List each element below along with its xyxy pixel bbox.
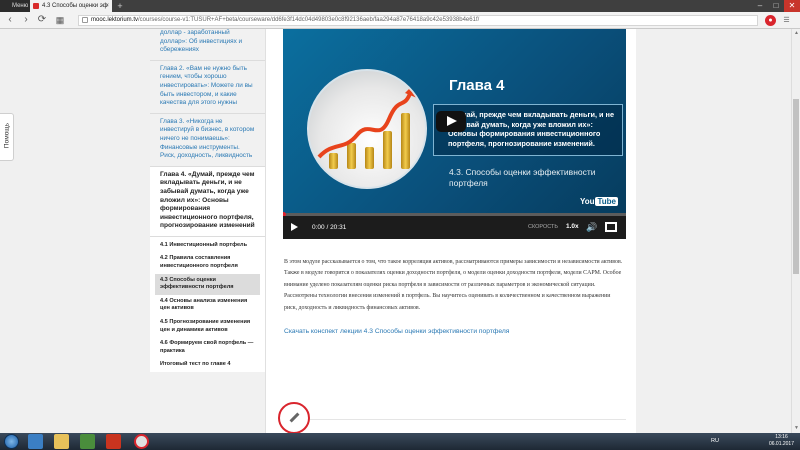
page-scrollbar[interactable]: ▲ ▼	[791, 29, 800, 433]
url-path: /courses/course-v1:TUSUR+AF+beta/coursew…	[138, 17, 480, 23]
scroll-up-icon[interactable]: ▲	[792, 29, 800, 38]
fullscreen-icon[interactable]	[605, 222, 617, 232]
minimize-button[interactable]: –	[752, 0, 768, 12]
video-chapter-title: Глава 4	[449, 77, 505, 94]
system-clock[interactable]: 13:16 06.01.2017	[769, 434, 794, 448]
start-button[interactable]	[4, 434, 19, 449]
sidebar-chapter-3[interactable]: Глава 3. «Никогда не инвестируй в бизнес…	[150, 114, 265, 167]
tab-label: Меню	[12, 3, 29, 9]
back-button[interactable]: ‹	[4, 14, 16, 26]
subsection-4-4[interactable]: 4.4 Основы анализа изменения цен активов	[150, 295, 265, 316]
scrollbar-thumb[interactable]	[793, 99, 799, 274]
download-notes-link[interactable]: Скачать конспект лекции 4.3 Способы оцен…	[284, 328, 509, 335]
url-input[interactable]: mooc.lektorium.tv/courses/course-v1:TUSU…	[78, 15, 758, 26]
divider	[282, 419, 626, 420]
window-controls: – □ ✕	[752, 0, 800, 12]
speed-dial-icon[interactable]: ▦	[54, 14, 66, 26]
menu-icon[interactable]: ☰	[781, 15, 792, 26]
opera-icon[interactable]	[134, 434, 149, 449]
volume-icon[interactable]: 🔊	[586, 222, 597, 233]
subsection-4-1[interactable]: 4.1 Инвестиционный портфель	[150, 239, 265, 253]
language-indicator[interactable]: RU	[711, 438, 719, 444]
address-bar-row: ‹ › ⟳ ▦ mooc.lektorium.tv/courses/course…	[0, 12, 800, 29]
youtube-logo-you: You	[579, 197, 595, 206]
url-host: mooc.lektorium.tv	[91, 17, 139, 23]
app-icon[interactable]	[106, 434, 121, 449]
video-time: 0:00 / 20:31	[312, 224, 347, 231]
sidebar-chapter-2[interactable]: Глава 2. «Вам не нужно быть гением, чтоб…	[150, 61, 265, 114]
speed-label: СКОРОСТЬ	[528, 224, 558, 230]
tab-close-icon[interactable]: ×	[105, 0, 109, 12]
speed-button[interactable]: 1.0x	[566, 223, 579, 230]
extension-icon[interactable]: ●	[765, 15, 776, 26]
pencil-icon	[289, 412, 300, 423]
growth-arrow-icon	[317, 83, 417, 159]
subsection-4-6[interactable]: 4.6 Формируем свой портфель — практика	[150, 337, 265, 358]
youtube-logo-tube: Tube	[595, 197, 618, 206]
windows-taskbar: RU 13:16 06.01.2017	[0, 433, 800, 450]
maximize-button[interactable]: □	[768, 0, 784, 12]
forward-button[interactable]: ›	[20, 14, 32, 26]
close-window-button[interactable]: ✕	[784, 0, 800, 12]
scroll-down-icon[interactable]: ▼	[792, 424, 800, 433]
sidebar-chapter-4[interactable]: Глава 4. «Думай, прежде чем вкладывать д…	[150, 166, 265, 237]
lock-icon	[82, 17, 88, 23]
ie-icon[interactable]	[28, 434, 43, 449]
explorer-icon[interactable]	[54, 434, 69, 449]
youtube-logo[interactable]: You Tube	[580, 197, 618, 206]
play-icon[interactable]	[291, 223, 298, 231]
tab-label: 4.3 Способы оценки эф	[42, 3, 108, 9]
clock-time: 13:16	[775, 434, 788, 440]
video-frame: Глава 4 «Думай, прежде чем вкладывать де…	[283, 29, 626, 213]
play-overlay-button[interactable]	[436, 111, 466, 132]
lektorium-favicon-icon	[33, 3, 39, 9]
tab-menu[interactable]: Меню	[0, 0, 30, 12]
reload-button[interactable]: ⟳	[36, 14, 48, 26]
sidebar-chapter-1[interactable]: доллар - заработанный доллар»: Об инвест…	[150, 29, 265, 61]
module-description: В этом модуле рассказывается о том, что …	[284, 259, 623, 311]
subsection-4-2[interactable]: 4.2 Правила составления инвестиционного …	[150, 252, 265, 273]
browser-titlebar: Меню 4.3 Способы оценки эф × + – □ ✕	[0, 0, 800, 12]
video-lecture-title: 4.3. Способы оценки эффективности портфе…	[449, 167, 596, 188]
video-player[interactable]: Глава 4 «Думай, прежде чем вкладывать де…	[283, 29, 626, 239]
media-player-icon[interactable]	[80, 434, 95, 449]
page-viewport: Помощь доллар - заработанный доллар»: Об…	[0, 29, 800, 433]
help-label: Помощь	[3, 122, 11, 149]
help-tab[interactable]: Помощь	[0, 113, 14, 161]
subsection-4-3[interactable]: 4.3 Способы оценки эффективности портфел…	[155, 273, 260, 295]
tab-active[interactable]: 4.3 Способы оценки эф ×	[30, 0, 112, 12]
video-controls: 0:00 / 20:31 СКОРОСТЬ 1.0x 🔊	[283, 216, 626, 239]
clock-date: 06.01.2017	[768, 441, 794, 447]
course-sidebar: доллар - заработанный доллар»: Об инвест…	[150, 29, 266, 433]
subsection-final-test[interactable]: Итоговый тест по главе 4	[150, 358, 265, 372]
subsection-list: 4.1 Инвестиционный портфель 4.2 Правила …	[150, 236, 265, 372]
edit-button[interactable]	[278, 402, 310, 433]
growth-chart-illustration	[307, 69, 427, 189]
subsection-4-5[interactable]: 4.5 Прогнозирование изменения цен и дина…	[150, 316, 265, 337]
new-tab-button[interactable]: +	[114, 0, 126, 12]
